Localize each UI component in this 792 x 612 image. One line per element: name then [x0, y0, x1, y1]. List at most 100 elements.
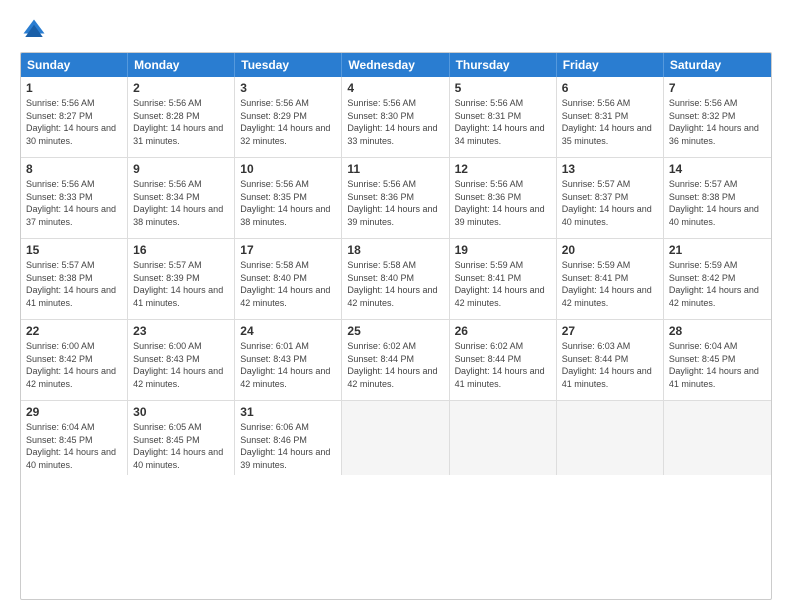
calendar-row-5: 29 Sunrise: 6:04 AM Sunset: 8:45 PM Dayl…	[21, 400, 771, 475]
cell-info: Sunrise: 6:02 AM Sunset: 8:44 PM Dayligh…	[455, 340, 551, 390]
day-cell-17: 17 Sunrise: 5:58 AM Sunset: 8:40 PM Dayl…	[235, 239, 342, 319]
day-number: 14	[669, 162, 766, 176]
day-number: 27	[562, 324, 658, 338]
day-number: 19	[455, 243, 551, 257]
day-cell-2: 2 Sunrise: 5:56 AM Sunset: 8:28 PM Dayli…	[128, 77, 235, 157]
top-section	[20, 16, 772, 44]
calendar-row-3: 15 Sunrise: 5:57 AM Sunset: 8:38 PM Dayl…	[21, 238, 771, 319]
cell-info: Sunrise: 5:57 AM Sunset: 8:38 PM Dayligh…	[669, 178, 766, 228]
header-day-tuesday: Tuesday	[235, 53, 342, 77]
day-cell-14: 14 Sunrise: 5:57 AM Sunset: 8:38 PM Dayl…	[664, 158, 771, 238]
calendar-row-1: 1 Sunrise: 5:56 AM Sunset: 8:27 PM Dayli…	[21, 77, 771, 157]
day-cell-26: 26 Sunrise: 6:02 AM Sunset: 8:44 PM Dayl…	[450, 320, 557, 400]
cell-info: Sunrise: 5:57 AM Sunset: 8:38 PM Dayligh…	[26, 259, 122, 309]
cell-info: Sunrise: 6:00 AM Sunset: 8:42 PM Dayligh…	[26, 340, 122, 390]
day-cell-9: 9 Sunrise: 5:56 AM Sunset: 8:34 PM Dayli…	[128, 158, 235, 238]
day-cell-1: 1 Sunrise: 5:56 AM Sunset: 8:27 PM Dayli…	[21, 77, 128, 157]
day-number: 11	[347, 162, 443, 176]
day-number: 9	[133, 162, 229, 176]
day-cell-18: 18 Sunrise: 5:58 AM Sunset: 8:40 PM Dayl…	[342, 239, 449, 319]
cell-info: Sunrise: 6:05 AM Sunset: 8:45 PM Dayligh…	[133, 421, 229, 471]
day-cell-20: 20 Sunrise: 5:59 AM Sunset: 8:41 PM Dayl…	[557, 239, 664, 319]
day-cell-5: 5 Sunrise: 5:56 AM Sunset: 8:31 PM Dayli…	[450, 77, 557, 157]
cell-info: Sunrise: 5:59 AM Sunset: 8:41 PM Dayligh…	[562, 259, 658, 309]
day-number: 8	[26, 162, 122, 176]
logo	[20, 16, 52, 44]
calendar-row-4: 22 Sunrise: 6:00 AM Sunset: 8:42 PM Dayl…	[21, 319, 771, 400]
logo-icon	[20, 16, 48, 44]
cell-info: Sunrise: 5:56 AM Sunset: 8:33 PM Dayligh…	[26, 178, 122, 228]
day-cell-12: 12 Sunrise: 5:56 AM Sunset: 8:36 PM Dayl…	[450, 158, 557, 238]
day-cell-28: 28 Sunrise: 6:04 AM Sunset: 8:45 PM Dayl…	[664, 320, 771, 400]
day-cell-23: 23 Sunrise: 6:00 AM Sunset: 8:43 PM Dayl…	[128, 320, 235, 400]
day-cell-8: 8 Sunrise: 5:56 AM Sunset: 8:33 PM Dayli…	[21, 158, 128, 238]
cell-info: Sunrise: 5:56 AM Sunset: 8:32 PM Dayligh…	[669, 97, 766, 147]
day-number: 29	[26, 405, 122, 419]
cell-info: Sunrise: 5:56 AM Sunset: 8:28 PM Dayligh…	[133, 97, 229, 147]
day-number: 15	[26, 243, 122, 257]
day-cell-15: 15 Sunrise: 5:57 AM Sunset: 8:38 PM Dayl…	[21, 239, 128, 319]
day-cell-21: 21 Sunrise: 5:59 AM Sunset: 8:42 PM Dayl…	[664, 239, 771, 319]
header-day-sunday: Sunday	[21, 53, 128, 77]
day-cell-6: 6 Sunrise: 5:56 AM Sunset: 8:31 PM Dayli…	[557, 77, 664, 157]
day-number: 24	[240, 324, 336, 338]
day-cell-25: 25 Sunrise: 6:02 AM Sunset: 8:44 PM Dayl…	[342, 320, 449, 400]
day-number: 2	[133, 81, 229, 95]
cell-info: Sunrise: 6:04 AM Sunset: 8:45 PM Dayligh…	[26, 421, 122, 471]
day-cell-29: 29 Sunrise: 6:04 AM Sunset: 8:45 PM Dayl…	[21, 401, 128, 475]
cell-info: Sunrise: 5:56 AM Sunset: 8:27 PM Dayligh…	[26, 97, 122, 147]
day-number: 7	[669, 81, 766, 95]
cell-info: Sunrise: 5:59 AM Sunset: 8:42 PM Dayligh…	[669, 259, 766, 309]
empty-cell	[664, 401, 771, 475]
header-day-thursday: Thursday	[450, 53, 557, 77]
header-day-wednesday: Wednesday	[342, 53, 449, 77]
day-number: 1	[26, 81, 122, 95]
day-cell-11: 11 Sunrise: 5:56 AM Sunset: 8:36 PM Dayl…	[342, 158, 449, 238]
day-cell-19: 19 Sunrise: 5:59 AM Sunset: 8:41 PM Dayl…	[450, 239, 557, 319]
day-number: 3	[240, 81, 336, 95]
cell-info: Sunrise: 5:56 AM Sunset: 8:34 PM Dayligh…	[133, 178, 229, 228]
day-number: 12	[455, 162, 551, 176]
day-cell-30: 30 Sunrise: 6:05 AM Sunset: 8:45 PM Dayl…	[128, 401, 235, 475]
header-day-monday: Monday	[128, 53, 235, 77]
day-cell-24: 24 Sunrise: 6:01 AM Sunset: 8:43 PM Dayl…	[235, 320, 342, 400]
cell-info: Sunrise: 5:56 AM Sunset: 8:29 PM Dayligh…	[240, 97, 336, 147]
day-number: 22	[26, 324, 122, 338]
day-number: 26	[455, 324, 551, 338]
cell-info: Sunrise: 5:57 AM Sunset: 8:37 PM Dayligh…	[562, 178, 658, 228]
day-number: 16	[133, 243, 229, 257]
day-cell-3: 3 Sunrise: 5:56 AM Sunset: 8:29 PM Dayli…	[235, 77, 342, 157]
calendar-row-2: 8 Sunrise: 5:56 AM Sunset: 8:33 PM Dayli…	[21, 157, 771, 238]
page: SundayMondayTuesdayWednesdayThursdayFrid…	[0, 0, 792, 612]
cell-info: Sunrise: 5:56 AM Sunset: 8:30 PM Dayligh…	[347, 97, 443, 147]
day-cell-7: 7 Sunrise: 5:56 AM Sunset: 8:32 PM Dayli…	[664, 77, 771, 157]
calendar: SundayMondayTuesdayWednesdayThursdayFrid…	[20, 52, 772, 600]
day-cell-31: 31 Sunrise: 6:06 AM Sunset: 8:46 PM Dayl…	[235, 401, 342, 475]
cell-info: Sunrise: 5:56 AM Sunset: 8:31 PM Dayligh…	[562, 97, 658, 147]
cell-info: Sunrise: 6:04 AM Sunset: 8:45 PM Dayligh…	[669, 340, 766, 390]
day-number: 30	[133, 405, 229, 419]
cell-info: Sunrise: 5:58 AM Sunset: 8:40 PM Dayligh…	[240, 259, 336, 309]
day-number: 10	[240, 162, 336, 176]
day-number: 21	[669, 243, 766, 257]
day-cell-27: 27 Sunrise: 6:03 AM Sunset: 8:44 PM Dayl…	[557, 320, 664, 400]
cell-info: Sunrise: 5:57 AM Sunset: 8:39 PM Dayligh…	[133, 259, 229, 309]
day-number: 13	[562, 162, 658, 176]
day-cell-4: 4 Sunrise: 5:56 AM Sunset: 8:30 PM Dayli…	[342, 77, 449, 157]
day-cell-16: 16 Sunrise: 5:57 AM Sunset: 8:39 PM Dayl…	[128, 239, 235, 319]
cell-info: Sunrise: 5:56 AM Sunset: 8:36 PM Dayligh…	[347, 178, 443, 228]
day-number: 6	[562, 81, 658, 95]
cell-info: Sunrise: 5:56 AM Sunset: 8:36 PM Dayligh…	[455, 178, 551, 228]
calendar-header: SundayMondayTuesdayWednesdayThursdayFrid…	[21, 53, 771, 77]
header-day-saturday: Saturday	[664, 53, 771, 77]
cell-info: Sunrise: 5:56 AM Sunset: 8:31 PM Dayligh…	[455, 97, 551, 147]
cell-info: Sunrise: 6:03 AM Sunset: 8:44 PM Dayligh…	[562, 340, 658, 390]
empty-cell	[557, 401, 664, 475]
day-number: 31	[240, 405, 336, 419]
day-number: 4	[347, 81, 443, 95]
day-number: 20	[562, 243, 658, 257]
header-day-friday: Friday	[557, 53, 664, 77]
empty-cell	[342, 401, 449, 475]
cell-info: Sunrise: 5:59 AM Sunset: 8:41 PM Dayligh…	[455, 259, 551, 309]
day-number: 28	[669, 324, 766, 338]
